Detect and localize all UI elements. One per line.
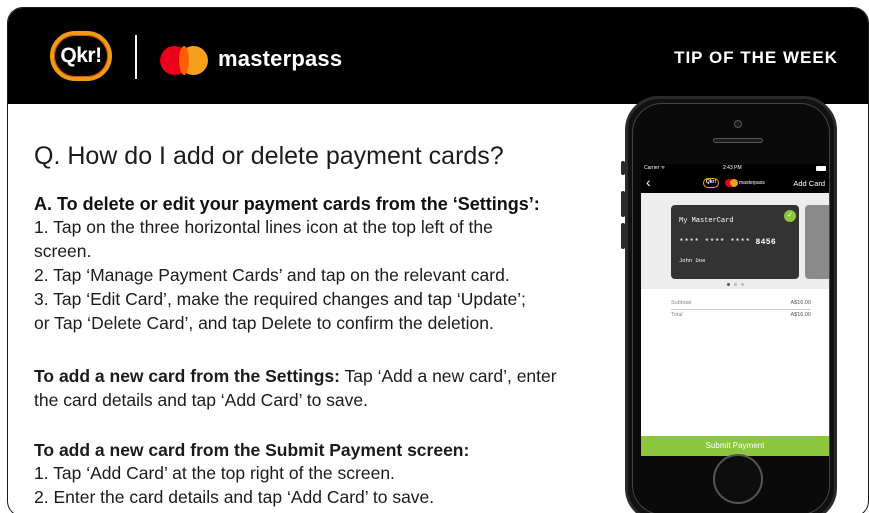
pager-dot-1[interactable] [727,283,730,286]
total-row: Total A$16.00 [671,312,817,322]
qkr-logo: Qkr! [50,31,112,81]
carousel-pager [727,283,747,287]
add-from-settings-line-2: the card details and tap ‘Add Card’ to s… [34,390,368,410]
phone-body: Carrier ᯤ 2:43 PM ‹ Qkr! masterpass Add … [632,103,830,513]
mastercard-logo-icon [160,46,208,75]
add-from-settings-title: To add a new card from the Settings: [34,366,340,386]
total-label: Total [671,312,683,318]
subtotal-value: A$16.00 [790,300,812,306]
battery-icon [816,166,826,171]
subtotal-label: Subtotal [671,300,692,306]
settings-step-3b: or Tap ‘Delete Card’, and tap Delete to … [34,313,494,333]
nav-mastercard-icon [725,179,738,187]
back-chevron-icon[interactable]: ‹ [646,175,651,189]
nav-qkr-logo: Qkr! [703,178,719,188]
status-carrier: Carrier ᯤ [644,165,666,171]
question-heading: Q. How do I add or delete payment cards? [34,142,504,170]
answer-title: A. To delete or edit your payment cards … [34,194,540,214]
add-from-submit-title: To add a new card from the Submit Paymen… [34,440,470,460]
front-camera-icon [734,120,742,128]
add-from-settings-text: Tap ‘Add a new card’, enter [339,366,557,386]
earpiece-speaker [713,138,763,143]
home-button[interactable] [713,454,763,504]
add-card-button[interactable]: Add Card [793,179,825,188]
settings-step-1b: screen. [34,241,92,261]
tip-panel: Qkr! masterpass TIP OF THE WEEK Q. How d… [7,7,869,513]
mastercard-overlap [179,46,189,75]
checkmark-icon: ✓ [784,210,796,222]
settings-step-2: 2. Tap ‘Manage Payment Cards’ and tap on… [34,265,510,285]
card-number-masked: **** **** **** [679,238,751,247]
submit-payment-button[interactable]: Submit Payment [641,436,829,456]
nav-masterpass-wordmark: masterpass [739,180,765,186]
status-bar: Carrier ᯤ 2:43 PM [641,164,829,173]
phone-volume-up [621,191,625,217]
card-name: My MasterCard [679,217,734,225]
settings-step-1a: 1. Tap on the three horizontal lines ico… [34,217,493,237]
add-from-settings-line-1: To add a new card from the Settings: Tap… [34,366,557,387]
header-bar: Qkr! masterpass TIP OF THE WEEK [8,8,868,104]
header-divider [135,35,137,79]
settings-step-3a: 3. Tap ‘Edit Card’, make the required ch… [34,289,526,309]
app-nav-bar: ‹ Qkr! masterpass Add Card [641,173,829,193]
pager-dot-2[interactable] [734,283,737,286]
card-carousel[interactable]: My MasterCard **** **** **** 8456 John D… [641,193,829,289]
tip-of-the-week-label: TIP OF THE WEEK [674,48,838,67]
card-number-last4: 8456 [755,238,776,247]
phone-mute-switch [621,161,625,175]
phone-mockup: Carrier ᯤ 2:43 PM ‹ Qkr! masterpass Add … [621,96,837,513]
total-value: A$16.00 [790,312,812,318]
payment-card[interactable]: My MasterCard **** **** **** 8456 John D… [671,205,799,279]
card-number: **** **** **** 8456 [679,238,776,247]
next-card-peek[interactable] [805,205,829,279]
submit-step-2: 2. Enter the card details and tap ‘Add C… [34,487,435,507]
card-holder: John Doe [679,257,706,264]
qkr-logo-text: Qkr! [60,44,102,67]
pager-dot-3[interactable] [741,283,744,286]
phone-screen: Carrier ᯤ 2:43 PM ‹ Qkr! masterpass Add … [641,164,829,456]
masterpass-wordmark: masterpass [218,46,343,71]
submit-step-1: 1. Tap ‘Add Card’ at the top right of th… [34,463,395,483]
status-time: 2:43 PM [723,165,742,171]
summary-divider [671,309,811,310]
phone-volume-down [621,223,625,249]
